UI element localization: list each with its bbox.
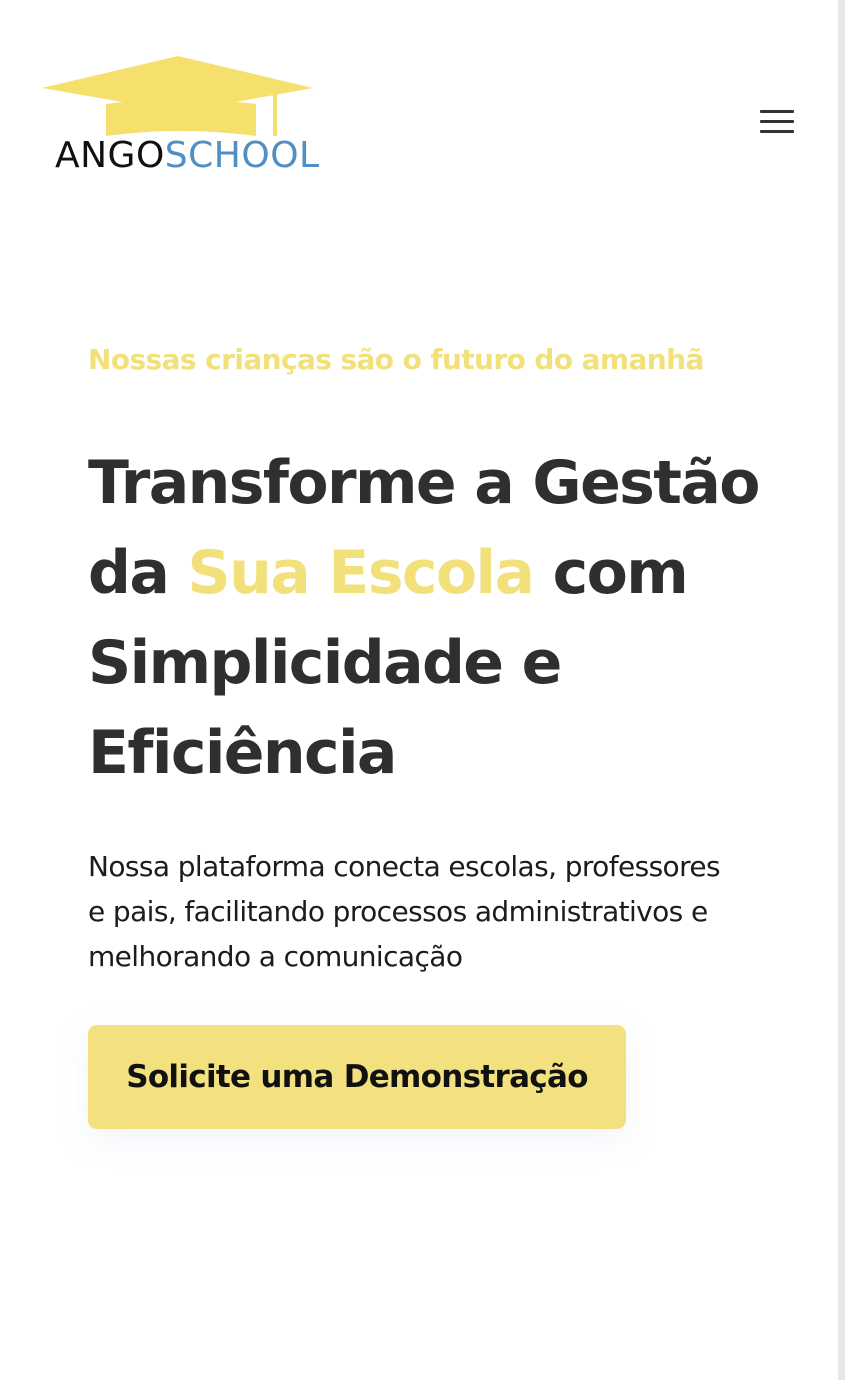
- scrollbar[interactable]: [838, 0, 845, 1380]
- site-header: ANGOSCHOOL: [0, 0, 838, 230]
- logo-wordmark: ANGOSCHOOL: [55, 136, 320, 176]
- graduation-cap-icon: [42, 56, 313, 136]
- hero-headline: Transforme a Gestão da Sua Escola com Si…: [88, 438, 788, 798]
- logo-text-ango: ANGO: [55, 135, 165, 176]
- headline-highlight: Sua Escola: [187, 538, 535, 608]
- hero-description: Nossa plataforma conecta escolas, profes…: [88, 850, 721, 973]
- logo-text-school: SCHOOL: [164, 135, 320, 176]
- hamburger-menu-icon[interactable]: [752, 103, 802, 141]
- hero-tagline: Nossas crianças são o futuro do amanhã: [88, 343, 704, 376]
- request-demo-button[interactable]: Solicite uma Demonstração: [88, 1025, 626, 1129]
- hero-section: Nossas crianças são o futuro do amanhã T…: [88, 338, 788, 1129]
- page: ANGOSCHOOL Nossas crianças são o futuro …: [0, 0, 845, 1380]
- logo[interactable]: ANGOSCHOOL: [40, 52, 320, 178]
